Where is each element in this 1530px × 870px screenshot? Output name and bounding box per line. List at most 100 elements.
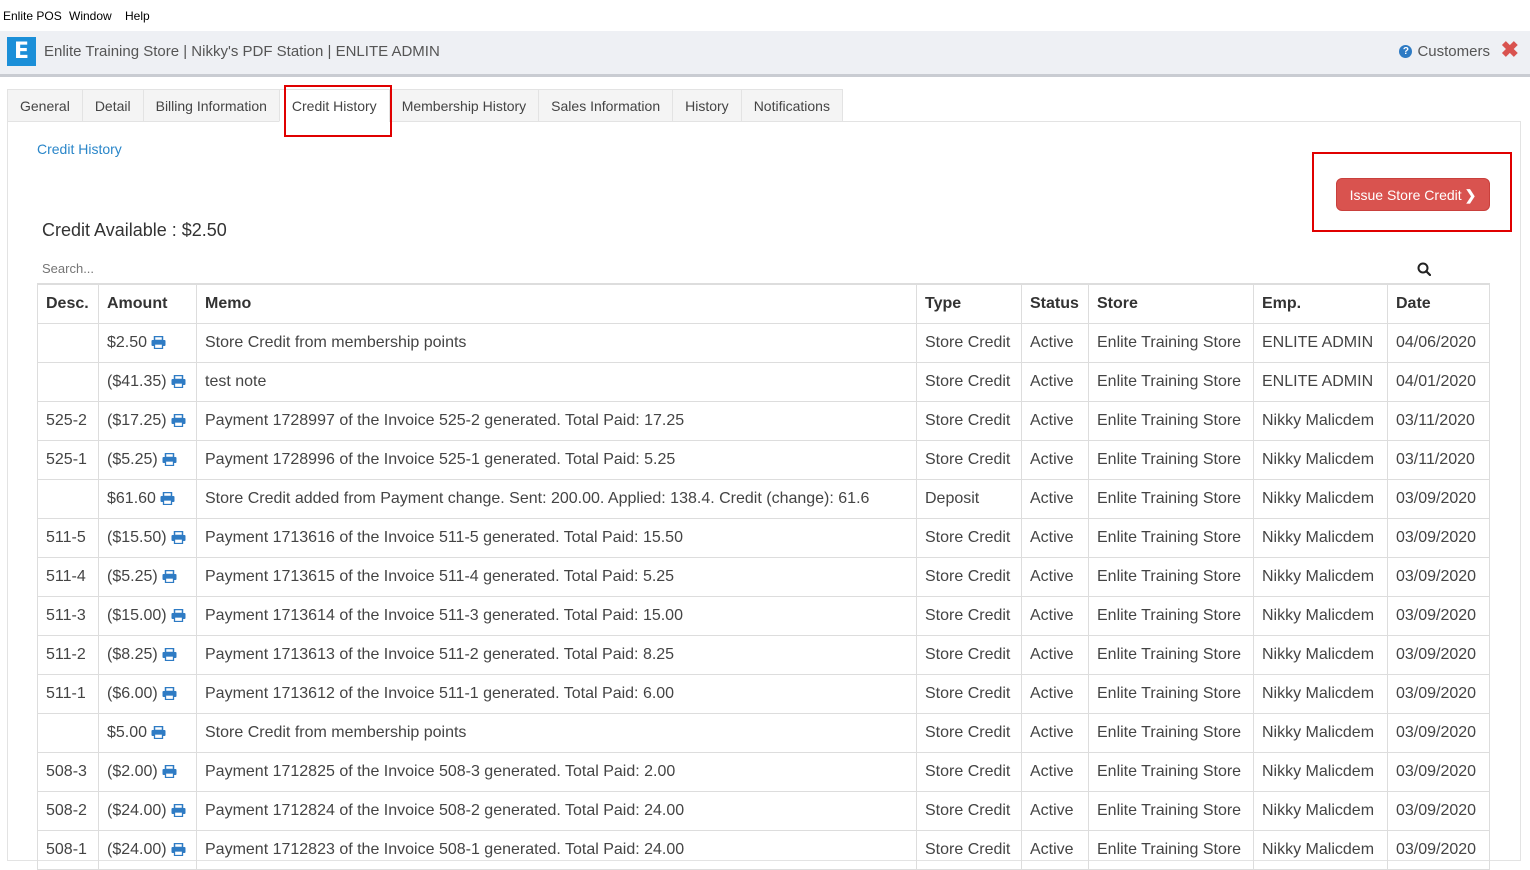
type-value: Store Credit	[925, 412, 1011, 429]
tab-detail[interactable]: Detail	[81, 89, 143, 122]
table-row[interactable]: 508-1 ($24.00) Payment 1712823 of the Invo…	[37, 830, 1490, 870]
col-date[interactable]: Date	[1387, 284, 1490, 324]
table-row[interactable]: $61.60 Store Credit added from Payment ch…	[37, 479, 1490, 519]
print-icon[interactable]	[162, 648, 177, 662]
table-row[interactable]: 508-3 ($2.00) Payment 1712825 of the Invoi…	[37, 752, 1490, 792]
table-row[interactable]: 511-2 ($8.25) Payment 1713613 of the Invoi…	[37, 635, 1490, 675]
col-status[interactable]: Status	[1021, 284, 1089, 324]
cell-desc: 511-1	[37, 674, 99, 714]
store-value: Enlite Training Store	[1097, 334, 1242, 351]
search-input[interactable]	[37, 254, 1407, 282]
print-icon[interactable]	[162, 687, 177, 701]
date-value: 03/09/2020	[1396, 490, 1477, 507]
tab-notifications[interactable]: Notifications	[740, 89, 843, 122]
cell-desc: 525-2	[37, 401, 99, 441]
status-value: Active	[1030, 451, 1074, 468]
table-row[interactable]: 525-2 ($17.25) Payment 1728997 of the Invo…	[37, 401, 1490, 441]
issue-store-credit-button[interactable]: Issue Store Credit ❯	[1336, 178, 1490, 211]
emp-value: Nikky Malicdem	[1262, 529, 1375, 546]
tab-billing-information[interactable]: Billing Information	[142, 89, 279, 122]
table-row[interactable]: $2.50 Store Credit from membership points…	[37, 323, 1490, 363]
store-value: Enlite Training Store	[1097, 763, 1242, 780]
cell-status: Active	[1021, 752, 1089, 792]
cell-type: Store Credit	[916, 518, 1022, 558]
print-icon[interactable]	[171, 804, 186, 818]
cell-amount: ($24.00)	[98, 830, 197, 870]
store-value: Enlite Training Store	[1097, 451, 1242, 468]
store-value: Enlite Training Store	[1097, 646, 1242, 663]
print-icon[interactable]	[171, 531, 186, 545]
memo-value: Payment 1728996 of the Invoice 525-1 gen…	[205, 451, 676, 468]
cell-type: Store Credit	[916, 557, 1022, 597]
table-row[interactable]: 525-1 ($5.25) Payment 1728996 of the Invoi…	[37, 440, 1490, 480]
col-type[interactable]: Type	[916, 284, 1022, 324]
memo-value: Payment 1712825 of the Invoice 508-3 gen…	[205, 763, 676, 780]
emp-value: ENLITE ADMIN	[1262, 334, 1374, 351]
cell-emp: Nikky Malicdem	[1253, 518, 1388, 558]
amount-value: ($15.50)	[107, 529, 167, 546]
cell-store: Enlite Training Store	[1088, 713, 1254, 753]
memo-value: Payment 1713612 of the Invoice 511-1 gen…	[205, 685, 675, 702]
desc-value: 508-3	[46, 763, 87, 780]
table-row[interactable]: $5.00 Store Credit from membership points…	[37, 713, 1490, 753]
desc-value: 511-1	[46, 685, 86, 702]
menu-window[interactable]: Window	[69, 9, 112, 23]
print-icon[interactable]	[171, 375, 186, 389]
amount-value: $61.60	[107, 490, 156, 507]
emp-value: Nikky Malicdem	[1262, 685, 1375, 702]
table-row[interactable]: 511-4 ($5.25) Payment 1713615 of the Invoi…	[37, 557, 1490, 597]
print-icon[interactable]	[171, 414, 186, 428]
table-row[interactable]: 511-3 ($15.00) Payment 1713614 of the Invo…	[37, 596, 1490, 636]
print-icon[interactable]	[151, 336, 166, 350]
col-amount[interactable]: Amount	[98, 284, 197, 324]
menu-help[interactable]: Help	[125, 9, 150, 23]
table-row[interactable]: 511-1 ($6.00) Payment 1713612 of the Invoi…	[37, 674, 1490, 714]
search-icon[interactable]	[1417, 262, 1431, 276]
cell-type: Store Credit	[916, 713, 1022, 753]
amount-value: ($2.00)	[107, 763, 158, 780]
status-value: Active	[1030, 490, 1074, 507]
print-icon[interactable]	[151, 726, 166, 740]
cell-memo: Payment 1713616 of the Invoice 511-5 gen…	[196, 518, 917, 558]
col-desc[interactable]: Desc.	[37, 284, 99, 324]
amount-value: ($24.00)	[107, 841, 167, 858]
cell-store: Enlite Training Store	[1088, 518, 1254, 558]
print-icon[interactable]	[171, 609, 186, 623]
tab-sales-information[interactable]: Sales Information	[538, 89, 673, 122]
status-value: Active	[1030, 646, 1074, 663]
table-row[interactable]: 511-5 ($15.50) Payment 1713616 of the Invo…	[37, 518, 1490, 558]
print-icon[interactable]	[160, 492, 175, 506]
table-row[interactable]: 508-2 ($24.00) Payment 1712824 of the Invo…	[37, 791, 1490, 831]
print-icon[interactable]	[162, 570, 177, 584]
print-icon[interactable]	[162, 453, 177, 467]
cell-store: Enlite Training Store	[1088, 401, 1254, 441]
print-icon[interactable]	[171, 843, 186, 857]
print-icon[interactable]	[162, 765, 177, 779]
tab-general[interactable]: General	[7, 89, 82, 122]
cell-desc: 508-1	[37, 830, 99, 870]
breadcrumb-credit-history[interactable]: Credit History	[37, 141, 122, 157]
col-store[interactable]: Store	[1088, 284, 1254, 324]
cell-status: Active	[1021, 362, 1089, 402]
tab-membership-history[interactable]: Membership History	[388, 89, 539, 122]
memo-value: Payment 1712824 of the Invoice 508-2 gen…	[205, 802, 685, 819]
store-value: Enlite Training Store	[1097, 841, 1242, 858]
col-emp[interactable]: Emp.	[1253, 284, 1388, 324]
customers-help-link[interactable]: ? Customers	[1399, 43, 1490, 60]
cell-status: Active	[1021, 323, 1089, 363]
cell-memo: Payment 1713612 of the Invoice 511-1 gen…	[196, 674, 917, 714]
cell-date: 03/09/2020	[1387, 518, 1490, 558]
tab-bar: General Detail Billing Information Credi…	[7, 89, 843, 122]
date-value: 04/01/2020	[1396, 373, 1477, 390]
tab-history[interactable]: History	[672, 89, 741, 122]
table-row[interactable]: ($41.35) test note Store Credit Active Enlit…	[37, 362, 1490, 402]
col-memo[interactable]: Memo	[196, 284, 917, 324]
cell-amount: ($5.25)	[98, 557, 197, 597]
menu-enlite-pos[interactable]: Enlite POS	[3, 9, 62, 23]
type-value: Store Credit	[925, 568, 1011, 585]
type-value: Store Credit	[925, 451, 1011, 468]
cell-amount: $5.00	[98, 713, 197, 753]
date-value: 03/09/2020	[1396, 685, 1477, 702]
cell-amount: ($15.00)	[98, 596, 197, 636]
close-icon[interactable]: ✖	[1501, 39, 1519, 61]
